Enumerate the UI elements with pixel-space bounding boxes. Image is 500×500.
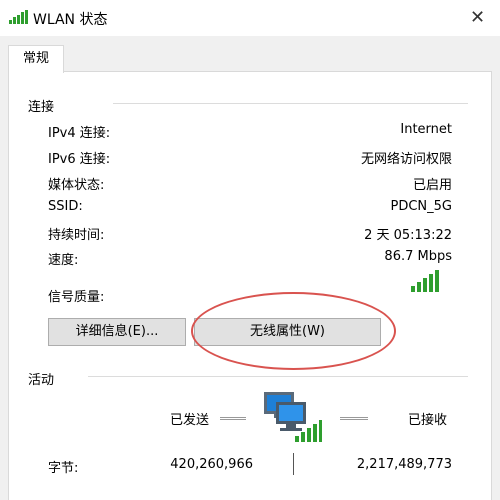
tab-general[interactable]: 常规 [8, 45, 64, 73]
ssid-value: PDCN_5G [390, 199, 453, 214]
signal-quality-label: 信号质量: [48, 290, 105, 305]
title-bar: WLAN 状态 ✕ [0, 0, 500, 36]
connection-section-title: 连接 [28, 100, 55, 115]
duration-value: 2 天 05:13:22 [364, 228, 452, 243]
wireless-properties-button[interactable]: 无线属性(W) [194, 318, 381, 346]
received-link-line [340, 417, 368, 420]
ipv6-value: 无网络访问权限 [360, 152, 452, 167]
speed-label: 速度: [48, 253, 79, 268]
bytes-received-value: 2,217,489,773 [356, 457, 452, 472]
signal-quality-icon [411, 270, 439, 292]
sent-label: 已发送 [170, 413, 210, 428]
window-title: WLAN 状态 [33, 12, 108, 28]
received-label: 已接收 [408, 413, 448, 428]
media-state-label: 媒体状态: [48, 178, 105, 193]
close-button[interactable]: ✕ [455, 0, 500, 36]
activity-divider [88, 376, 468, 377]
close-icon: ✕ [469, 7, 486, 28]
tab-general-label: 常规 [22, 51, 49, 66]
network-computers-icon [264, 392, 322, 442]
connection-divider [113, 103, 468, 104]
bytes-separator [293, 453, 294, 475]
details-button[interactable]: 详细信息(E)... [48, 318, 186, 346]
wifi-signal-icon [9, 10, 28, 24]
bytes-label: 字节: [48, 461, 79, 476]
ssid-label: SSID: [48, 199, 83, 214]
activity-section-title: 活动 [28, 373, 55, 388]
ipv6-label: IPv6 连接: [48, 152, 111, 167]
ipv4-value: Internet [400, 122, 452, 137]
bytes-sent-value: 420,260,966 [170, 457, 253, 472]
ipv4-label: IPv4 连接: [48, 126, 111, 141]
speed-value: 86.7 Mbps [384, 249, 452, 264]
media-state-value: 已启用 [412, 178, 452, 193]
sent-link-line [220, 417, 246, 420]
duration-label: 持续时间: [48, 228, 105, 243]
